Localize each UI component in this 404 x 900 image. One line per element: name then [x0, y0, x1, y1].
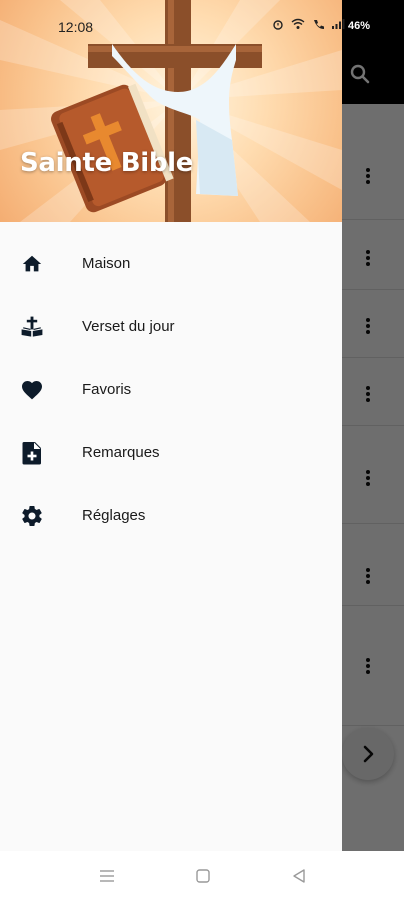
signal-icon — [332, 19, 345, 29]
square-icon — [196, 869, 210, 883]
menu-item-label: Favoris — [82, 381, 132, 398]
status-time: 12:08 — [58, 19, 94, 35]
menu-item-favoris[interactable]: Favoris — [0, 358, 342, 421]
menu-item-label: Réglages — [82, 507, 146, 524]
alarm-icon — [273, 20, 283, 30]
menu-lines-icon — [100, 870, 114, 882]
menu-item-maison[interactable]: Maison — [0, 232, 342, 295]
note-add-icon — [20, 441, 44, 465]
home-icon — [20, 252, 44, 276]
home-button[interactable] — [193, 867, 213, 885]
back-button[interactable] — [289, 867, 309, 885]
navigation-drawer: Sainte Bible Maison Verset du jour Favor… — [0, 0, 342, 851]
menu-item-remarques[interactable]: Remarques — [0, 421, 342, 484]
status-icons — [272, 18, 345, 30]
menu-item-label: Remarques — [82, 444, 160, 461]
wifi-icon — [291, 18, 305, 29]
menu-item-label: Verset du jour — [82, 318, 175, 335]
heart-icon — [20, 378, 44, 402]
menu-item-label: Maison — [82, 255, 131, 272]
gear-icon — [20, 504, 44, 528]
drawer-menu: Maison Verset du jour Favoris Remarques … — [0, 232, 342, 547]
system-nav-bar — [0, 851, 404, 900]
back-triangle-icon — [293, 869, 305, 883]
recent-apps-button[interactable] — [97, 867, 117, 885]
status-bar: 12:08 46% — [0, 0, 404, 40]
app-title: Sainte Bible — [20, 148, 194, 178]
battery-level: 46% — [348, 20, 371, 32]
call-icon — [314, 20, 324, 29]
bible-cross-icon — [20, 315, 44, 339]
menu-item-verset-du-jour[interactable]: Verset du jour — [0, 295, 342, 358]
menu-item-reglages[interactable]: Réglages — [0, 484, 342, 547]
